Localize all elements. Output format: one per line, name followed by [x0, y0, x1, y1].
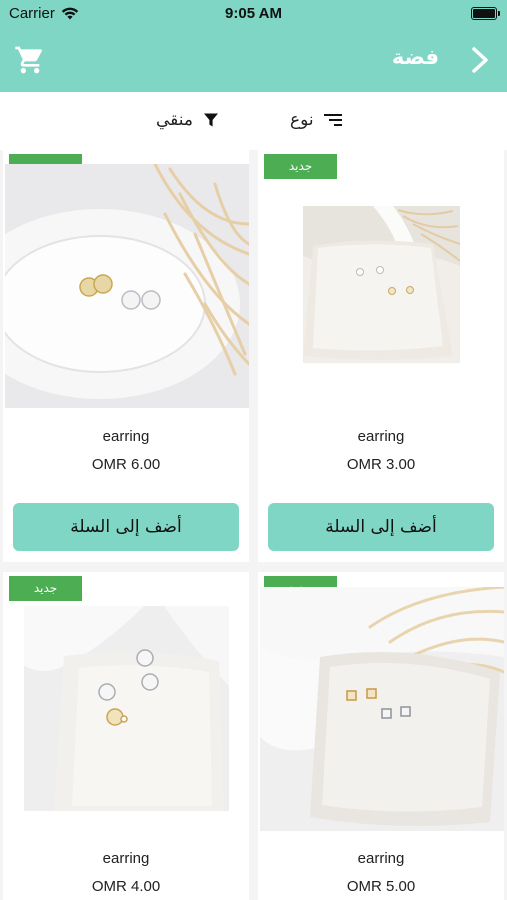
new-badge: جديد — [9, 576, 82, 601]
status-bar: Carrier 9:05 AM — [0, 0, 507, 28]
product-card[interactable]: جديد earring OMR 3.00 أضف إلى السلة — [258, 150, 504, 562]
product-image — [5, 164, 249, 408]
nav-bar: فضة — [0, 28, 507, 92]
product-image — [260, 587, 504, 831]
sort-label: نوع — [290, 110, 314, 129]
product-image — [303, 206, 460, 363]
product-name: earring — [102, 850, 150, 867]
new-badge: جديد — [264, 154, 337, 179]
product-card[interactable]: جديد earring OMR 5.00 — [258, 572, 504, 900]
product-price: OMR 4.00 — [91, 878, 161, 895]
product-image — [24, 606, 229, 811]
sort-button[interactable]: نوع — [290, 110, 342, 130]
filter-icon — [204, 113, 219, 127]
cart-button[interactable] — [14, 44, 46, 76]
battery-icon — [471, 7, 500, 20]
toolbar: منقي نوع — [0, 92, 507, 150]
product-grid: جديد earring OMR 3.00 أضف إلى السلة جديد — [0, 150, 507, 900]
product-name: earring — [102, 428, 150, 445]
product-price: OMR 6.00 — [91, 456, 161, 473]
page-title: فضة — [391, 46, 439, 69]
product-name: earring — [357, 428, 405, 445]
filter-label: منقي — [156, 110, 194, 129]
product-price: OMR 3.00 — [346, 456, 416, 473]
add-to-cart-button[interactable]: أضف إلى السلة — [268, 503, 494, 551]
back-button[interactable] — [467, 44, 493, 76]
filter-button[interactable]: منقي — [156, 110, 219, 130]
product-name: earring — [357, 850, 405, 867]
product-card[interactable]: جديد earring OMR 4.00 — [3, 572, 249, 900]
product-price: OMR 5.00 — [346, 878, 416, 895]
product-card[interactable]: جديد earring OMR 6.00 أضف إلى السلة — [3, 150, 249, 562]
cart-icon — [15, 46, 43, 74]
add-to-cart-button[interactable]: أضف إلى السلة — [13, 503, 239, 551]
sort-icon — [323, 114, 342, 126]
status-time: 9:05 AM — [225, 5, 282, 22]
chevron-right-icon — [472, 47, 488, 73]
